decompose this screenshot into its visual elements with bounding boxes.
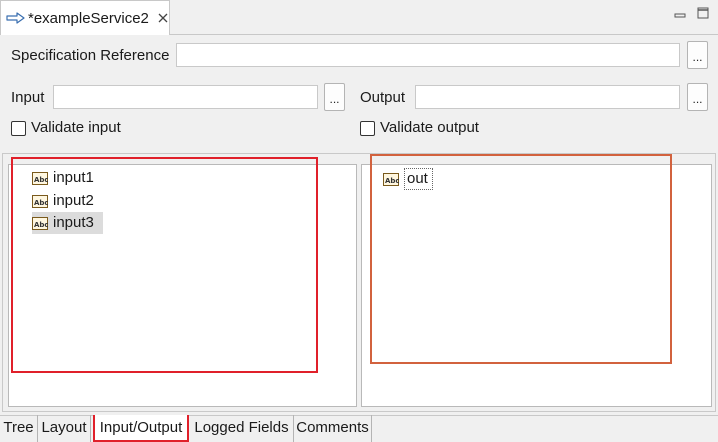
tab-logged-fields[interactable]: Logged Fields [190, 415, 294, 442]
maximize-icon[interactable] [696, 6, 710, 20]
editor-tab-title: *exampleService2 [28, 9, 149, 27]
validate-output-label: Validate output [380, 119, 479, 136]
minimize-icon[interactable] [673, 6, 687, 20]
validate-output-checkbox[interactable]: Validate output [360, 119, 479, 137]
tab-comments[interactable]: Comments [294, 415, 372, 442]
validate-input-checkbox[interactable]: Validate input [11, 119, 121, 137]
output-field[interactable] [415, 85, 680, 109]
tab-tree[interactable]: Tree [0, 415, 38, 442]
output-tree-highlight [370, 154, 672, 364]
input-browse-button[interactable]: ... [324, 83, 345, 111]
output-label: Output [360, 89, 406, 106]
output-browse-button[interactable]: ... [687, 83, 708, 111]
service-arrow-icon [6, 11, 26, 25]
close-icon[interactable] [157, 11, 169, 25]
spec-ref-label: Specification Reference [11, 47, 170, 64]
validate-input-box[interactable] [11, 120, 26, 136]
spec-ref-field[interactable] [176, 43, 680, 67]
spec-ref-browse-button[interactable]: ... [687, 41, 708, 69]
tab-input-output[interactable]: Input/Output [93, 415, 189, 442]
tab-layout[interactable]: Layout [38, 415, 91, 442]
input-label: Input [11, 89, 45, 106]
validate-output-box[interactable] [360, 120, 375, 136]
input-tree-highlight [11, 157, 318, 373]
input-field[interactable] [53, 85, 318, 109]
validate-input-label: Validate input [31, 119, 121, 136]
editor-tab[interactable]: *exampleService2 [0, 0, 170, 35]
